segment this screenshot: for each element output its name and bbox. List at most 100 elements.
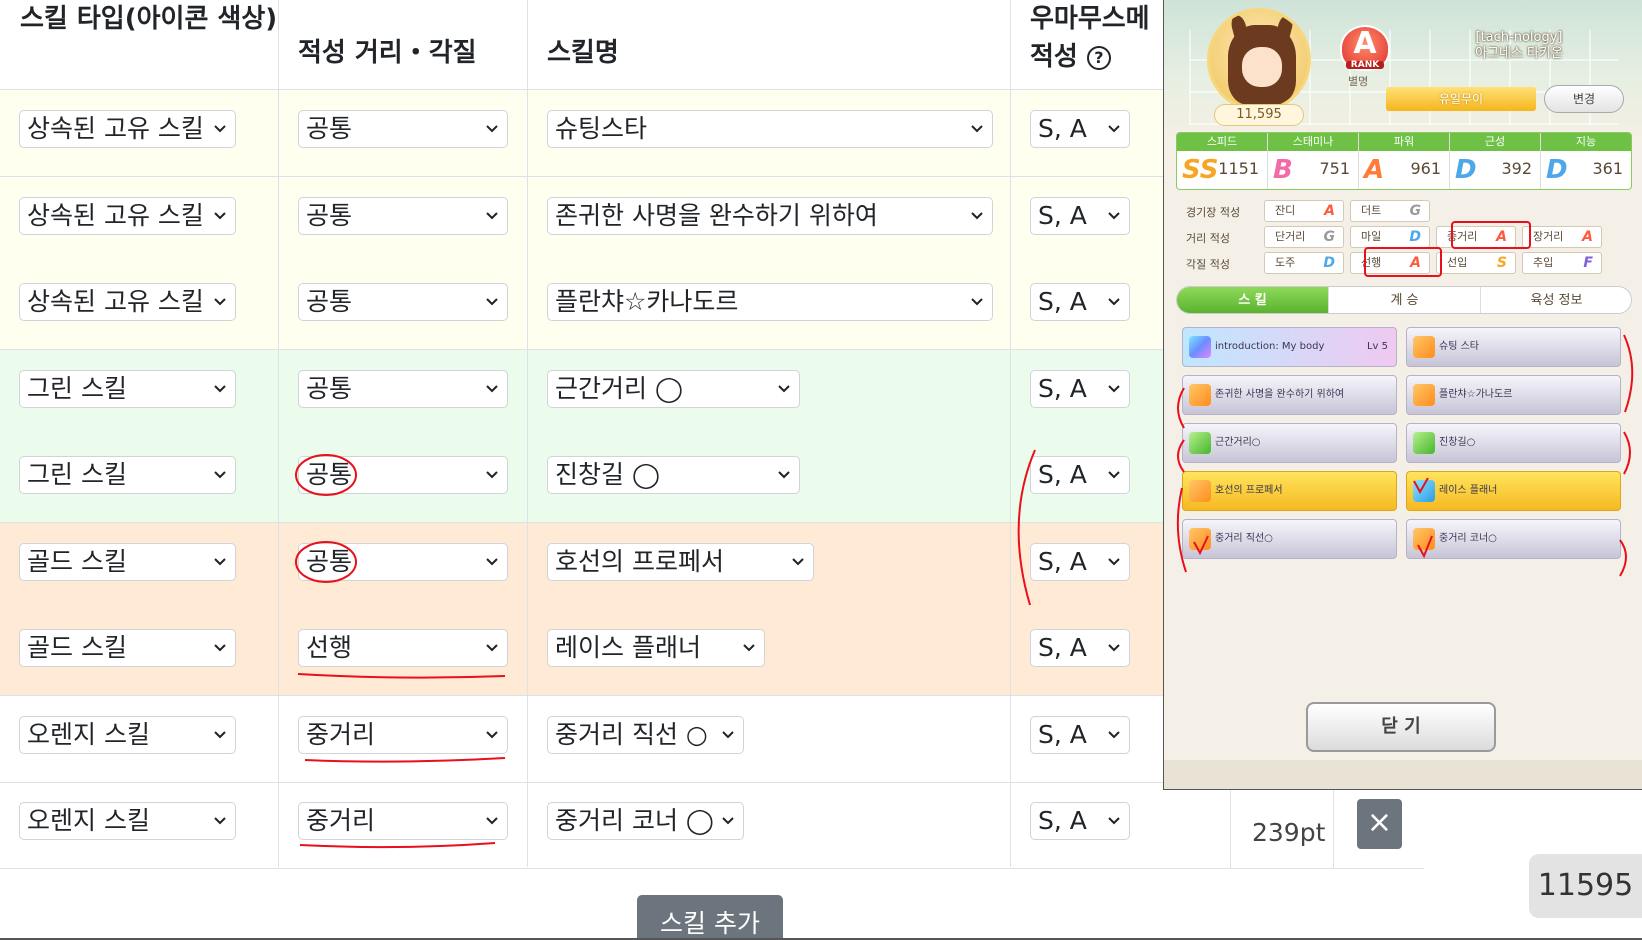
aptitude-select[interactable]: 선행	[298, 629, 508, 667]
skill-name-select[interactable]: 호선의 프로페서	[547, 542, 814, 581]
skill-type-select[interactable]: 상속된 고유 스킬	[19, 110, 236, 148]
game-skill-item[interactable]: 슈팅 스타	[1406, 327, 1621, 367]
column-divider	[527, 0, 528, 867]
skill-icon	[1189, 432, 1211, 454]
skill-type-select[interactable]: 골드 스킬	[19, 542, 236, 581]
umamusume-aptitude-select[interactable]: S, A	[1030, 196, 1130, 235]
chevron-down-icon	[722, 730, 734, 738]
stat-grade: A	[1364, 155, 1385, 185]
umamusume-aptitude-select[interactable]: S, A	[1030, 456, 1130, 494]
stat-value: 361	[1592, 159, 1623, 178]
chevron-down-icon	[1108, 817, 1120, 825]
chevron-down-icon	[1108, 730, 1120, 738]
column-divider	[1010, 0, 1011, 867]
skill-icon	[1413, 528, 1435, 550]
chevron-down-icon	[1108, 644, 1120, 652]
game-skill-item[interactable]: 호선의 프로페서	[1182, 471, 1397, 511]
game-skill-name: 존귀한 사명을 완수하기 위하여	[1215, 389, 1345, 400]
aptitude-chip: 장거리 A	[1522, 226, 1602, 248]
aptitude-select[interactable]: 공통	[298, 542, 508, 581]
game-skill-item[interactable]: introduction: My body Lv 5	[1182, 327, 1397, 367]
aptitude-chip: 중거리 A	[1436, 226, 1516, 248]
chevron-down-icon	[1108, 471, 1120, 479]
skill-list: introduction: My body Lv 5 슈팅 스타존귀한 사명을 완수…	[1176, 325, 1632, 695]
game-skill-item[interactable]: 플란챠☆가나도르	[1406, 375, 1621, 415]
skill-name-select[interactable]: 존귀한 사명을 완수하기 위하여	[547, 196, 993, 235]
add-skill-button[interactable]: 스킬 추가	[637, 895, 783, 940]
umamusume-aptitude-select[interactable]: S, A	[1030, 802, 1130, 840]
aptitude-select[interactable]: 중거리	[298, 715, 508, 754]
stat-value: 1151	[1218, 159, 1259, 178]
stat-grade: B	[1273, 155, 1293, 185]
stat-value: 961	[1410, 159, 1441, 178]
game-skill-item[interactable]: 중거리 직선○	[1182, 519, 1397, 559]
header-aptitude: 적성 거리・각질	[298, 38, 477, 68]
chevron-down-icon	[214, 125, 226, 133]
chevron-down-icon	[971, 211, 983, 219]
skill-name-select[interactable]: 플란챠☆카나도르	[547, 283, 993, 321]
chevron-down-icon	[214, 384, 226, 392]
delete-skill-button[interactable]: ×	[1357, 799, 1402, 849]
skill-type-select[interactable]: 상속된 고유 스킬	[19, 196, 236, 235]
umamusume-aptitude-select[interactable]: S, A	[1030, 110, 1130, 148]
chevron-down-icon	[486, 384, 498, 392]
game-skill-name: 레이스 플래너	[1439, 485, 1498, 496]
game-skill-item[interactable]: 레이스 플래너	[1406, 471, 1621, 511]
aptitude-select[interactable]: 공통	[298, 110, 508, 148]
umamusume-aptitude-select[interactable]: S, A	[1030, 369, 1130, 408]
skill-type-select[interactable]: 그린 스킬	[19, 369, 236, 408]
chevron-down-icon	[214, 211, 226, 219]
stat-4: 지능 D 361	[1541, 133, 1631, 189]
rank-badge: A RANK	[1340, 25, 1390, 71]
umamusume-aptitude-select[interactable]: S, A	[1030, 629, 1130, 667]
stat-name: 파워	[1359, 133, 1449, 151]
skill-type-select[interactable]: 그린 스킬	[19, 456, 236, 494]
skill-name-select[interactable]: 근간거리 ◯	[547, 369, 800, 408]
game-skill-name: 중거리 직선○	[1215, 533, 1273, 544]
game-skill-item[interactable]: 중거리 코너○	[1406, 519, 1621, 559]
chevron-down-icon	[971, 298, 983, 306]
chevron-down-icon	[486, 125, 498, 133]
aptitude-select[interactable]: 공통	[298, 283, 508, 321]
skill-name-select[interactable]: 중거리 직선 ○	[547, 715, 744, 754]
umamusume-aptitude-select[interactable]: S, A	[1030, 542, 1130, 581]
game-screenshot: 11,595 A RANK 별명 [tach-nology] 아그네스 타키온 …	[1163, 0, 1642, 790]
title-ribbon: 유일무이	[1386, 87, 1536, 111]
chevron-down-icon	[486, 817, 498, 825]
umamusume-aptitude-select[interactable]: S, A	[1030, 283, 1130, 321]
skill-name-select[interactable]: 슈팅스타	[547, 110, 993, 148]
skill-icon	[1413, 480, 1435, 502]
skill-name-select[interactable]: 진창길 ◯	[547, 456, 800, 494]
stat-name: 스피드	[1177, 133, 1267, 151]
game-skill-name: 중거리 코너○	[1439, 533, 1497, 544]
tab-2[interactable]: 육성 정보	[1481, 287, 1631, 313]
aptitude-select[interactable]: 공통	[298, 369, 508, 408]
skill-type-select[interactable]: 골드 스킬	[19, 629, 236, 667]
skill-name-select[interactable]: 중거리 코너 ◯	[547, 802, 744, 840]
skill-type-select[interactable]: 오렌지 스킬	[19, 802, 236, 840]
chevron-down-icon	[778, 384, 790, 392]
total-score-badge: 11595	[1529, 854, 1642, 918]
aptitude-select[interactable]: 중거리	[298, 802, 508, 840]
aptitude-select[interactable]: 공통	[298, 196, 508, 235]
aptitude-chip: 잔디 A	[1264, 200, 1344, 222]
help-icon[interactable]: ?	[1086, 45, 1111, 70]
chevron-down-icon	[486, 211, 498, 219]
aptitude-select[interactable]: 공통	[298, 456, 508, 494]
close-button[interactable]: 닫 기	[1306, 702, 1496, 752]
game-skill-item[interactable]: 존귀한 사명을 완수하기 위하여	[1182, 375, 1397, 415]
change-button[interactable]: 변경	[1544, 85, 1624, 113]
skill-icon	[1189, 528, 1211, 550]
umamusume-aptitude-select[interactable]: S, A	[1030, 715, 1130, 754]
chevron-down-icon	[1108, 211, 1120, 219]
game-skill-name: 진창길○	[1439, 437, 1476, 448]
skill-type-select[interactable]: 상속된 고유 스킬	[19, 283, 236, 321]
skill-type-select[interactable]: 오렌지 스킬	[19, 715, 236, 754]
skill-name-select[interactable]: 레이스 플래너	[547, 629, 765, 667]
chevron-down-icon	[486, 644, 498, 652]
game-skill-item[interactable]: 진창길○	[1406, 423, 1621, 463]
tab-0[interactable]: 스 킬	[1177, 287, 1329, 313]
game-skill-item[interactable]: 근간거리○	[1182, 423, 1397, 463]
aptitude-chip: 선입 S	[1436, 252, 1516, 274]
tab-1[interactable]: 계 승	[1329, 287, 1481, 313]
